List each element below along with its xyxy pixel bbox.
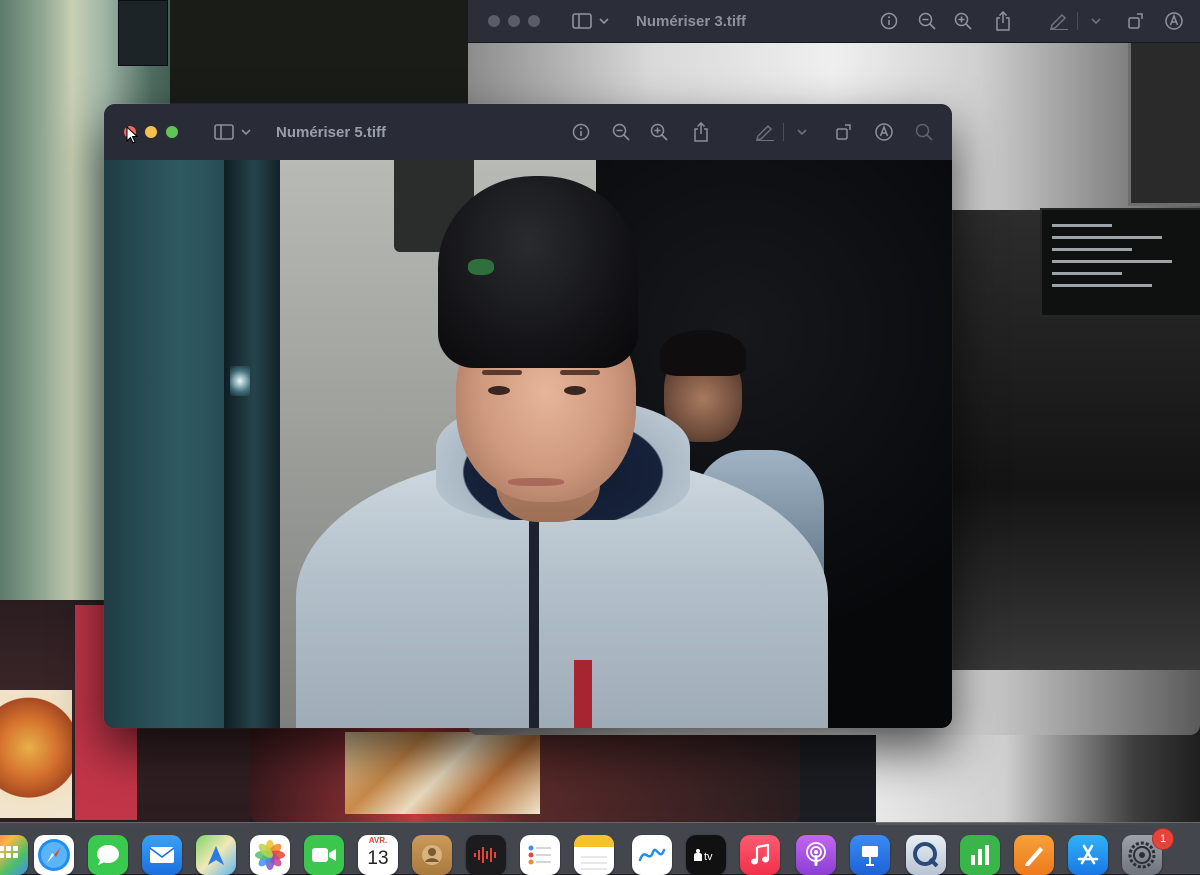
- apple-tv-icon[interactable]: tv: [686, 835, 726, 875]
- back-window-toolbar: Numériser 3.tiff: [468, 0, 1200, 43]
- contacts-icon[interactable]: [412, 835, 452, 875]
- zoom-button[interactable]: [528, 15, 540, 27]
- keynote-icon[interactable]: [850, 835, 890, 875]
- markup-icon[interactable]: [755, 122, 775, 142]
- svg-text:tv: tv: [704, 851, 713, 863]
- photo-pocket-zip: [574, 660, 592, 728]
- background-photo-bottom-right: [876, 735, 1200, 825]
- background-menu-board: [345, 732, 540, 814]
- search-icon[interactable]: [914, 122, 934, 142]
- photo-mouth: [508, 478, 564, 486]
- zoom-in-icon[interactable]: [953, 11, 973, 31]
- app-store-icon[interactable]: [1068, 835, 1108, 875]
- background-photo-dark: [170, 0, 470, 110]
- safari-icon[interactable]: [34, 835, 74, 875]
- messages-icon[interactable]: [88, 835, 128, 875]
- zoom-in-icon[interactable]: [649, 122, 669, 142]
- back-window-traffic-lights: [488, 15, 540, 27]
- zoom-button[interactable]: [166, 126, 178, 138]
- settings-notification-badge: 1: [1152, 828, 1174, 850]
- annotate-icon[interactable]: [1164, 11, 1184, 31]
- chevron-down-icon[interactable]: [1086, 11, 1106, 31]
- facetime-icon[interactable]: [304, 835, 344, 875]
- mail-icon[interactable]: [142, 835, 182, 875]
- dock: AVR. 13 tv: [0, 822, 1200, 875]
- photo-eye-left: [488, 386, 510, 395]
- photo-brow-left: [482, 370, 522, 375]
- sidebar-icon[interactable]: [214, 122, 234, 142]
- markup-icon[interactable]: [1049, 11, 1069, 31]
- share-icon[interactable]: [691, 122, 711, 142]
- music-icon[interactable]: [740, 835, 780, 875]
- photo-zipper: [529, 520, 539, 728]
- chevron-down-icon[interactable]: [792, 122, 812, 142]
- pages-icon[interactable]: [1014, 835, 1054, 875]
- annotate-icon[interactable]: [874, 122, 894, 142]
- notes-icon[interactable]: [574, 835, 614, 875]
- info-icon[interactable]: [571, 122, 591, 142]
- freeform-icon[interactable]: [632, 835, 672, 875]
- photo-brow-right: [560, 370, 600, 375]
- front-window-toolbar: Numériser 5.tiff: [104, 104, 952, 161]
- info-icon[interactable]: [879, 11, 899, 31]
- window-title: Numériser 5.tiff: [276, 123, 387, 141]
- calendar-icon[interactable]: AVR. 13: [358, 835, 398, 875]
- background-sign: [118, 0, 168, 66]
- document-image[interactable]: [104, 160, 952, 728]
- mouse-cursor-icon: [126, 126, 138, 144]
- calendar-month: AVR.: [358, 835, 398, 847]
- numbers-icon[interactable]: [960, 835, 1000, 875]
- launchpad-icon[interactable]: [0, 835, 28, 875]
- background-picture-frame: [1128, 40, 1200, 206]
- close-button[interactable]: [488, 15, 500, 27]
- zoom-out-icon[interactable]: [917, 11, 937, 31]
- minimize-button[interactable]: [145, 126, 157, 138]
- rotate-icon[interactable]: [1126, 11, 1146, 31]
- background-monitor: [1040, 208, 1200, 317]
- chevron-down-icon[interactable]: [236, 122, 256, 142]
- back-window-title: Numériser 3.tiff: [636, 12, 747, 30]
- background-pizza-photo: [0, 690, 72, 818]
- voice-memos-icon[interactable]: [466, 835, 506, 875]
- photo-pole: [224, 160, 284, 728]
- photo-light-glow: [230, 366, 250, 396]
- photo-beanie-logo: [468, 259, 494, 275]
- quicktime-icon[interactable]: [906, 835, 946, 875]
- photos-icon[interactable]: [250, 835, 290, 875]
- sidebar-icon[interactable]: [572, 11, 592, 31]
- chevron-down-icon[interactable]: [594, 11, 614, 31]
- photo-friend-hair: [660, 330, 746, 376]
- rotate-icon[interactable]: [834, 122, 854, 142]
- front-preview-window[interactable]: Numériser 5.tiff: [104, 104, 952, 728]
- maps-icon[interactable]: [196, 835, 236, 875]
- share-icon[interactable]: [993, 11, 1013, 31]
- minimize-button[interactable]: [508, 15, 520, 27]
- reminders-icon[interactable]: [520, 835, 560, 875]
- photo-beanie: [438, 176, 638, 368]
- zoom-out-icon[interactable]: [611, 122, 631, 142]
- podcasts-icon[interactable]: [796, 835, 836, 875]
- photo-eye-right: [564, 386, 586, 395]
- calendar-day: 13: [367, 848, 389, 869]
